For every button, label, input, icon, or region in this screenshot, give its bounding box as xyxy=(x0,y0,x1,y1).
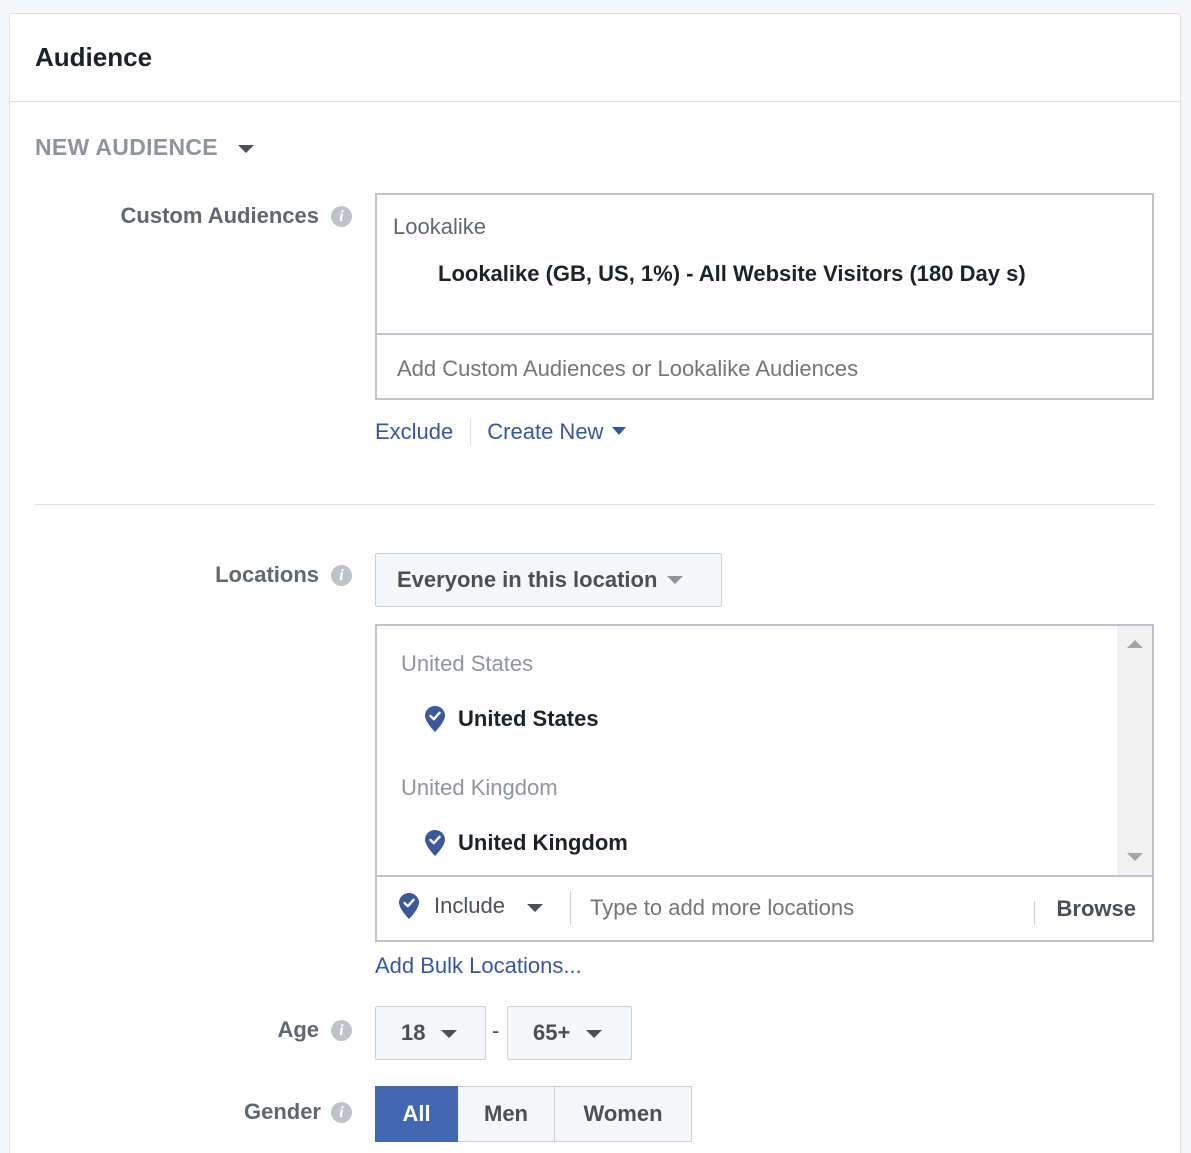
gender-men-button[interactable]: Men xyxy=(458,1086,555,1142)
info-icon[interactable]: i xyxy=(331,564,352,586)
add-bulk-locations-link[interactable]: Add Bulk Locations... xyxy=(375,953,582,979)
location-group-title: United States xyxy=(401,651,534,676)
selected-audience-item[interactable]: Lookalike (GB, US, 1%) - All Website Vis… xyxy=(438,258,1058,289)
info-icon[interactable]: i xyxy=(331,1019,352,1041)
chevron-down-icon xyxy=(612,427,627,436)
gender-all-button[interactable]: All xyxy=(375,1086,458,1142)
divider xyxy=(1034,901,1035,925)
age-min-dropdown[interactable]: 18 xyxy=(375,1006,486,1060)
location-input-row: Include Browse xyxy=(377,875,1152,940)
chevron-down-icon xyxy=(441,1030,458,1038)
browse-button[interactable]: Browse xyxy=(1057,896,1136,922)
gender-toggle-group: All Men Women xyxy=(375,1086,692,1142)
include-dropdown[interactable]: Include xyxy=(399,893,543,919)
age-row-label: Age i xyxy=(277,1017,352,1043)
location-item[interactable]: United States xyxy=(425,706,599,732)
age-min-value: 18 xyxy=(401,1020,426,1045)
scroll-up-icon[interactable] xyxy=(1127,640,1143,648)
custom-audiences-input[interactable] xyxy=(397,356,1117,382)
location-type-dropdown[interactable]: Everyone in this location xyxy=(375,553,722,607)
locations-row-label: Locations i xyxy=(215,562,352,588)
chevron-down-icon xyxy=(586,1030,603,1038)
divider xyxy=(470,419,472,445)
new-audience-label: NEW AUDIENCE xyxy=(35,134,218,160)
location-type-value: Everyone in this location xyxy=(397,567,658,592)
chevron-down-icon xyxy=(667,576,684,584)
gender-women-button[interactable]: Women xyxy=(555,1086,692,1142)
chevron-down-icon xyxy=(526,903,543,912)
create-new-link[interactable]: Create New xyxy=(487,419,627,445)
info-icon[interactable]: i xyxy=(331,205,352,227)
chevron-down-icon xyxy=(237,145,254,153)
location-item[interactable]: United Kingdom xyxy=(425,830,628,856)
age-max-dropdown[interactable]: 65+ xyxy=(507,1006,632,1060)
location-search-input[interactable] xyxy=(590,895,1010,921)
audience-panel: Audience NEW AUDIENCE Custom Audiences i… xyxy=(9,13,1181,1153)
locations-label: Locations xyxy=(215,562,319,587)
divider xyxy=(377,333,1152,335)
scroll-down-icon[interactable] xyxy=(1127,853,1143,861)
custom-audiences-row-label: Custom Audiences i xyxy=(121,203,352,229)
location-pin-icon xyxy=(425,706,445,732)
age-label: Age xyxy=(277,1017,319,1042)
custom-audiences-links: Exclude Create New xyxy=(375,419,627,445)
new-audience-toggle[interactable]: NEW AUDIENCE xyxy=(35,134,254,161)
age-separator: - xyxy=(492,1018,500,1043)
audience-group-title: Lookalike xyxy=(393,214,486,239)
locations-scrollbar[interactable] xyxy=(1117,626,1152,875)
custom-audiences-label: Custom Audiences xyxy=(120,203,319,228)
panel-header: Audience xyxy=(10,14,1180,102)
custom-audiences-box: Lookalike Lookalike (GB, US, 1%) - All W… xyxy=(375,193,1154,400)
create-new-label: Create New xyxy=(487,419,604,444)
info-icon[interactable]: i xyxy=(331,1101,352,1123)
location-pin-icon xyxy=(399,893,419,919)
divider xyxy=(570,891,571,925)
locations-list: United States United States United Kingd… xyxy=(377,626,1118,875)
age-max-value: 65+ xyxy=(533,1020,571,1045)
include-label: Include xyxy=(434,893,505,918)
location-item-label: United States xyxy=(458,706,599,731)
locations-box: United States United States United Kingd… xyxy=(375,624,1154,942)
exclude-link[interactable]: Exclude xyxy=(375,419,453,445)
gender-row-label: Gender i xyxy=(244,1099,352,1125)
section-divider xyxy=(35,504,1155,505)
panel-title: Audience xyxy=(35,42,153,72)
location-item-label: United Kingdom xyxy=(458,830,628,855)
location-pin-icon xyxy=(425,830,445,856)
location-group-title: United Kingdom xyxy=(401,775,558,800)
gender-label: Gender xyxy=(243,1099,321,1124)
